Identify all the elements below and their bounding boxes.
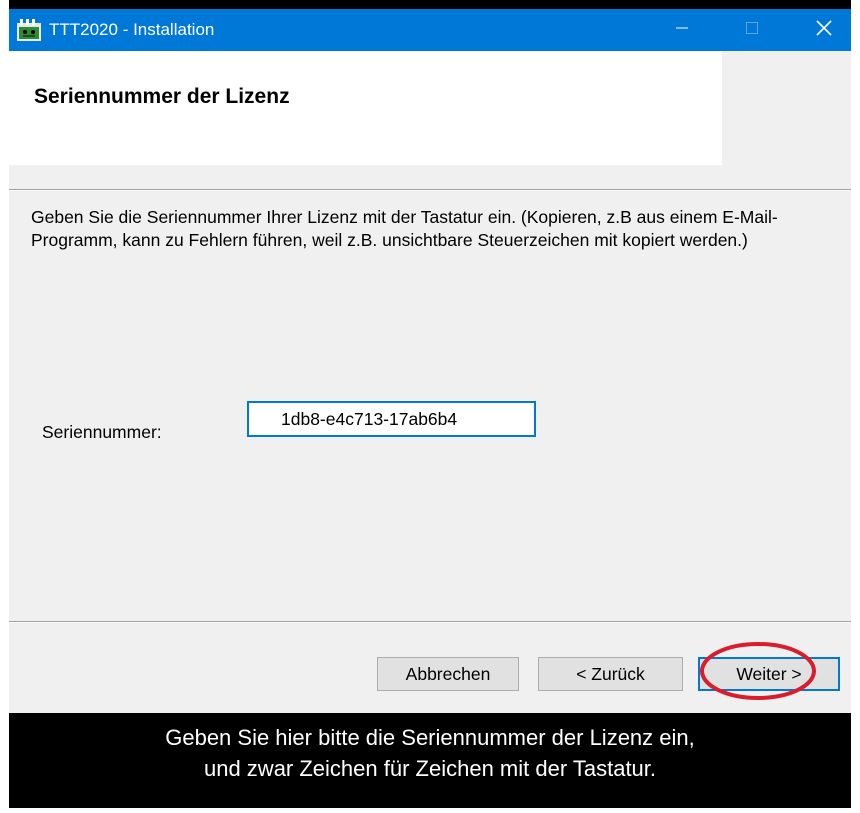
header-divider [9,189,851,191]
subtitle-caption: Geben Sie hier bitte die Seriennummer de… [9,722,851,784]
serial-number-label: Seriennummer: [42,422,162,442]
minimize-button[interactable] [657,9,707,51]
app-icon [17,19,41,41]
title-bar[interactable]: TTT2020 - Installation [9,9,851,51]
maximize-icon [746,21,758,39]
footer-divider [9,621,851,623]
close-icon [816,19,832,41]
serial-number-input[interactable] [247,401,536,437]
minimize-icon [676,21,688,39]
page-title: Seriennummer der Lizenz [34,85,290,108]
installer-window: TTT2020 - Installation Seriennummer der … [9,9,851,713]
close-button[interactable] [799,9,849,51]
caption-line-2: und zwar Zeichen für Zeichen mit der Tas… [203,756,657,781]
header-panel: Seriennummer der Lizenz [9,51,722,165]
next-button[interactable]: Weiter > [698,657,840,691]
instructions-text: Geben Sie die Seriennummer Ihrer Lizenz … [31,207,778,250]
maximize-button[interactable] [727,9,777,51]
back-button[interactable]: < Zurück [538,657,683,691]
caption-line-1: Geben Sie hier bitte die Seriennummer de… [165,725,695,750]
window-title: TTT2020 - Installation [49,20,215,39]
cancel-button[interactable]: Abbrechen [377,657,519,691]
